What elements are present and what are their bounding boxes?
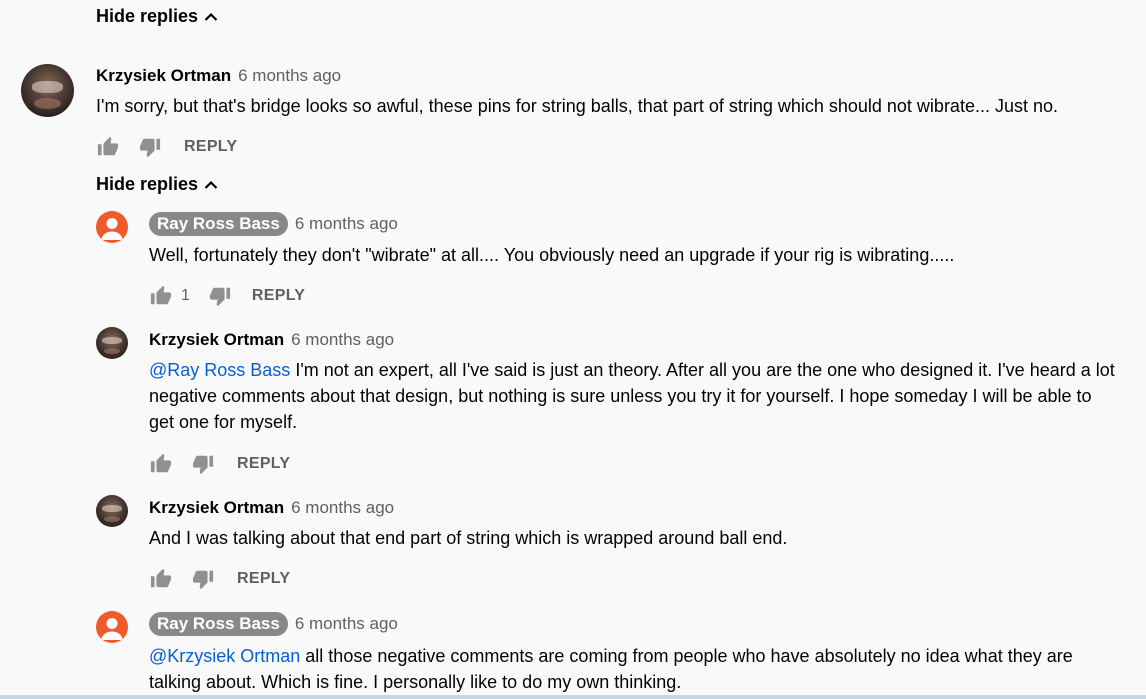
comment-text: Well, fortunately they don't "wibrate" a… bbox=[149, 245, 955, 265]
comment-author[interactable]: Krzysiek Ortman bbox=[96, 66, 231, 86]
thumb-down-icon[interactable] bbox=[191, 452, 215, 476]
thumb-up-icon[interactable] bbox=[149, 284, 173, 308]
thumb-up-icon[interactable] bbox=[149, 567, 173, 591]
comment-author[interactable]: Krzysiek Ortman bbox=[149, 498, 284, 518]
comment-text-line: get one for myself. bbox=[149, 412, 298, 432]
comments-page: Hide replies Krzysiek Ortman 6 months ag… bbox=[0, 0, 1146, 699]
avatar[interactable] bbox=[96, 327, 128, 359]
thumb-up-icon[interactable] bbox=[96, 135, 120, 159]
comment-time[interactable]: 6 months ago bbox=[291, 330, 394, 350]
comment-text: @Ray Ross Bass I'm not an expert, all I'… bbox=[149, 357, 1115, 435]
comment-text-line: negative comments about that design, but… bbox=[149, 386, 1092, 406]
comment-text: I'm sorry, but that's bridge looks so aw… bbox=[96, 96, 1058, 116]
person-icon[interactable] bbox=[96, 611, 128, 643]
chevron-up-icon bbox=[204, 180, 218, 190]
hide-replies-button[interactable]: Hide replies bbox=[96, 6, 218, 27]
reply-button[interactable]: REPLY bbox=[252, 287, 305, 305]
comment-text: And I was talking about that end part of… bbox=[149, 528, 788, 548]
reply-button[interactable]: REPLY bbox=[237, 570, 290, 588]
thumb-down-icon[interactable] bbox=[191, 567, 215, 591]
comment-author-chip[interactable]: Ray Ross Bass bbox=[149, 212, 288, 236]
avatar[interactable] bbox=[96, 495, 128, 527]
comment-text-line: talking about. Which is fine. I personal… bbox=[149, 672, 682, 692]
comment-text: @Krzysiek Ortman all those negative comm… bbox=[149, 643, 1073, 695]
hide-replies-label: Hide replies bbox=[96, 6, 199, 26]
person-icon[interactable] bbox=[96, 211, 128, 243]
comment-time[interactable]: 6 months ago bbox=[295, 214, 398, 234]
comment-text-line: all those negative comments are coming f… bbox=[300, 646, 1073, 666]
comment-author[interactable]: Krzysiek Ortman bbox=[149, 330, 284, 350]
comment-time[interactable]: 6 months ago bbox=[291, 498, 394, 518]
thumb-down-icon[interactable] bbox=[138, 135, 162, 159]
thumb-up-icon[interactable] bbox=[149, 452, 173, 476]
like-count: 1 bbox=[181, 287, 190, 304]
reply-button[interactable]: REPLY bbox=[184, 138, 237, 156]
chevron-up-icon bbox=[204, 12, 218, 22]
bottom-divider bbox=[0, 695, 1146, 699]
comment-text-line: I'm not an expert, all I've said is just… bbox=[290, 360, 1115, 380]
hide-replies-button[interactable]: Hide replies bbox=[96, 174, 218, 195]
comment-author-chip[interactable]: Ray Ross Bass bbox=[149, 612, 288, 636]
hide-replies-label: Hide replies bbox=[96, 174, 199, 194]
mention-link[interactable]: @Ray Ross Bass bbox=[149, 360, 290, 380]
thumb-down-icon[interactable] bbox=[208, 284, 232, 308]
reply-button[interactable]: REPLY bbox=[237, 455, 290, 473]
comment-time[interactable]: 6 months ago bbox=[295, 614, 398, 634]
mention-link[interactable]: @Krzysiek Ortman bbox=[149, 646, 300, 666]
comment-time[interactable]: 6 months ago bbox=[238, 66, 341, 86]
avatar[interactable] bbox=[21, 64, 74, 117]
